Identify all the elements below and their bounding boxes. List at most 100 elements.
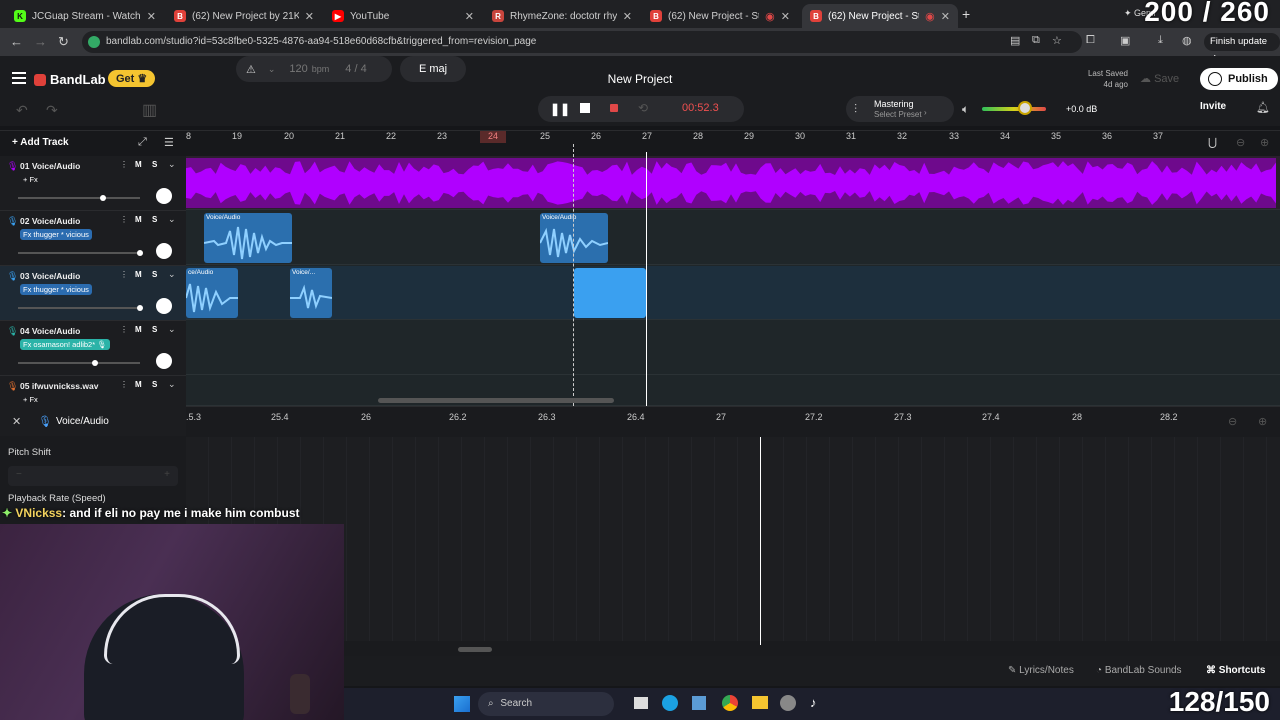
reload-icon[interactable]: ↻ — [58, 34, 69, 50]
ruler-tick[interactable]: 35 — [1051, 131, 1061, 141]
ruler-tick[interactable]: 23 — [437, 131, 447, 141]
lane-4[interactable] — [186, 321, 1280, 375]
record-icon[interactable] — [610, 104, 618, 112]
project-title[interactable]: New Project — [540, 72, 740, 86]
lane-1[interactable] — [186, 156, 1280, 210]
more-options-icon[interactable]: ⋮ — [120, 270, 128, 279]
recording-clip[interactable] — [574, 268, 646, 318]
horizontal-scrollbar[interactable] — [378, 398, 614, 403]
ruler-tick[interactable]: 19 — [232, 131, 242, 141]
lane-3[interactable]: ce/Audio Voice/... — [186, 266, 1280, 320]
solo-button[interactable]: S — [152, 380, 157, 389]
edge-icon[interactable] — [662, 695, 678, 711]
track-header[interactable]: 🎙︎ 01 Voice/Audio + Fx ⋮ M S ⌄ — [0, 156, 186, 211]
audio-clip[interactable]: Voice/Audio — [540, 213, 608, 263]
bandlab-logo[interactable]: BandLab — [34, 72, 106, 87]
store-icon[interactable] — [692, 696, 706, 710]
wand-icon[interactable]: ⤢ — [138, 136, 147, 149]
chrome-icon[interactable] — [722, 695, 738, 711]
browser-tab[interactable]: B (62) New Project by 21KozeGT | ✕ — [166, 4, 322, 28]
sidepanel-icon[interactable]: ▣ — [1120, 34, 1130, 47]
solo-button[interactable]: S — [152, 325, 157, 334]
file-explorer-icon[interactable] — [752, 696, 768, 709]
ruler-tick[interactable]: 22 — [386, 131, 396, 141]
extensions-icon[interactable]: ⧠ — [1086, 34, 1095, 47]
track-volume-knob[interactable] — [137, 305, 143, 311]
tracks-settings-icon[interactable]: ☰ — [164, 136, 174, 149]
piano-icon[interactable]: ▥ — [142, 100, 157, 120]
editor-scrollbar[interactable] — [458, 647, 492, 652]
browser-tab[interactable]: K JCGuap Stream - Watch Live on ✕ — [6, 4, 164, 28]
zoom-out-icon[interactable]: ⊖ — [1236, 136, 1245, 149]
master-volume-knob[interactable] — [1018, 101, 1032, 115]
editor-ruler-tick[interactable]: 28.2 — [1160, 412, 1178, 422]
audio-clip[interactable]: Voice/Audio — [204, 213, 292, 263]
pan-knob[interactable] — [156, 298, 172, 314]
chevron-down-icon[interactable]: ⌄ — [168, 214, 176, 225]
get-membership-button[interactable]: Get ♛ — [108, 70, 156, 87]
track-header[interactable]: 🎙︎ 04 Voice/Audio Fx osamason! adlib2* 🎙 ⋮ M… — [0, 321, 186, 376]
ruler-tick[interactable]: 32 — [897, 131, 907, 141]
save-button[interactable]: ☁ Save — [1140, 72, 1179, 85]
ruler-tick[interactable]: 29 — [744, 131, 754, 141]
solo-button[interactable]: S — [152, 215, 157, 224]
ruler-tick[interactable]: 24 — [488, 131, 498, 141]
loop-icon[interactable]: ⟲ — [638, 101, 648, 115]
windows-start-icon[interactable] — [454, 696, 470, 712]
track-fx-button[interactable]: Fx thugger * vicious — [20, 284, 92, 295]
track-volume-knob[interactable] — [100, 195, 107, 201]
master-volume-slider[interactable] — [982, 107, 1046, 111]
close-icon[interactable]: ✕ — [305, 10, 314, 23]
bell-icon[interactable]: 🔔︎ — [1256, 101, 1270, 114]
track-volume-slider[interactable] — [18, 360, 140, 366]
editor-zoom-out-icon[interactable]: ⊖ — [1228, 415, 1237, 428]
browser-tab[interactable]: ▶ YouTube ✕ — [324, 4, 482, 28]
back-icon[interactable]: ← — [10, 34, 23, 49]
taskbar-search[interactable]: ⌕ Search — [478, 692, 614, 716]
pitch-shift-stepper[interactable]: − + — [8, 466, 178, 486]
editor-ruler-tick[interactable]: 27.2 — [805, 412, 823, 422]
download-icon[interactable]: ⤓ — [1158, 34, 1163, 47]
publish-button[interactable]: Publish — [1200, 68, 1278, 90]
menu-icon[interactable] — [12, 72, 26, 84]
mute-button[interactable]: M — [135, 270, 142, 279]
solo-button[interactable]: S — [152, 160, 157, 169]
editor-zoom-in-icon[interactable]: ⊕ — [1258, 415, 1267, 428]
ruler-tick[interactable]: 37 — [1153, 131, 1163, 141]
track-fx-button[interactable]: + Fx — [20, 394, 41, 405]
ruler-tick[interactable]: 20 — [284, 131, 294, 141]
editor-ruler-tick[interactable]: .5.3 — [186, 412, 201, 422]
ruler-tick[interactable]: 21 — [335, 131, 345, 141]
undo-icon[interactable]: ↶ — [16, 102, 28, 119]
track-name[interactable]: 03 Voice/Audio — [20, 271, 80, 281]
track-name[interactable]: 01 Voice/Audio — [20, 161, 80, 171]
editor-ruler-tick[interactable]: 28 — [1072, 412, 1082, 422]
track-volume-knob[interactable] — [91, 360, 98, 366]
speaker-icon[interactable]: 🔈︎ — [962, 102, 969, 117]
bandlab-sounds-button[interactable]: ◔ BandLab Sounds — [1096, 665, 1182, 676]
ruler-tick[interactable]: 8 — [186, 131, 191, 141]
track-header[interactable]: 🎙︎ 02 Voice/Audio Fx thugger * vicious ⋮ M S ⌄ — [0, 211, 186, 266]
invite-button[interactable]: Invite — [1200, 101, 1226, 112]
editor-ruler-tick[interactable]: 27 — [716, 412, 726, 422]
track-name[interactable]: 04 Voice/Audio — [20, 326, 80, 336]
chevron-down-icon[interactable]: ⌄ — [168, 269, 176, 280]
editor-ruler-tick[interactable]: 26.3 — [538, 412, 556, 422]
site-info-icon[interactable] — [88, 36, 100, 48]
editor-ruler-tick[interactable]: 26.4 — [627, 412, 645, 422]
task-view-icon[interactable] — [634, 697, 648, 709]
track-header[interactable]: 🎙︎ 03 Voice/Audio Fx thugger * vicious ⋮ M S ⌄ — [0, 266, 186, 321]
ruler-tick[interactable]: 28 — [693, 131, 703, 141]
ruler-tick[interactable]: 26 — [591, 131, 601, 141]
mute-button[interactable]: M — [135, 325, 142, 334]
stop-icon[interactable] — [580, 103, 590, 113]
ruler-tick[interactable]: 34 — [1000, 131, 1010, 141]
cast-icon[interactable]: ⧉ — [1032, 34, 1040, 47]
close-icon[interactable]: ✕ — [623, 10, 632, 23]
browser-tab[interactable]: R RhymeZone: doctotr rhymes ✕ — [484, 4, 640, 28]
close-icon[interactable]: ✕ — [941, 10, 950, 23]
track-name[interactable]: 05 ifwuvnickss.wav — [20, 381, 98, 391]
editor-ruler-tick[interactable]: 25.4 — [271, 412, 289, 422]
add-track-button[interactable]: + Add Track — [12, 137, 69, 148]
pause-icon[interactable]: ❚❚ — [550, 102, 570, 116]
